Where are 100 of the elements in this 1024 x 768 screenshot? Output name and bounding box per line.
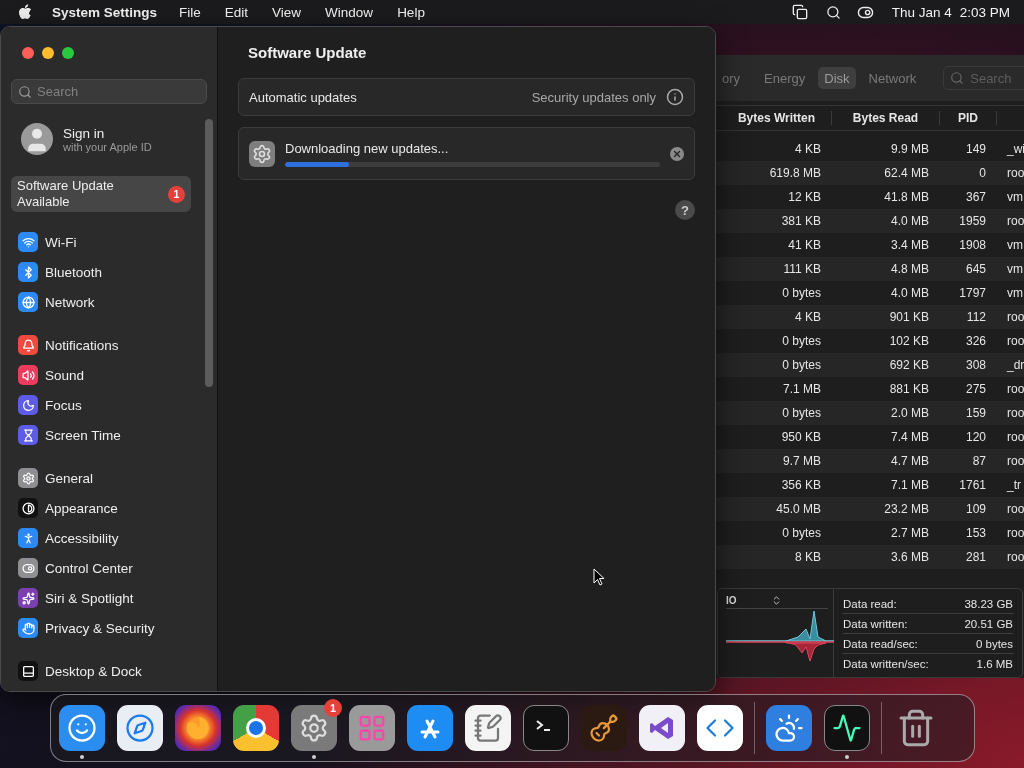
table-cell-text: 950 KB: [780, 430, 822, 444]
stat-value: 38.23 GB: [964, 597, 1013, 610]
scrollbar[interactable]: [205, 119, 213, 387]
sidebar-item[interactable]: Wi-Fi: [45, 234, 77, 250]
notification-badge: 1: [168, 185, 185, 203]
account-subtitle: with your Apple ID: [63, 140, 152, 153]
table-cell-text: 4.7 MB: [890, 454, 930, 468]
code-icon[interactable]: [697, 705, 743, 751]
stat-value: 20.51 GB: [964, 617, 1013, 630]
app-menu[interactable]: System Settings: [52, 4, 158, 20]
terminal-icon[interactable]: [523, 705, 569, 751]
table-cell-text: 159: [964, 406, 987, 420]
guitar-icon[interactable]: [581, 705, 627, 751]
table-cell-text: 4 KB: [794, 310, 822, 324]
ribbon-icon[interactable]: [639, 705, 685, 751]
table-cell-text: roo: [1006, 382, 1024, 396]
table-cell-text: vm: [1006, 238, 1024, 252]
menu-item[interactable]: Help: [397, 4, 425, 20]
sidebar-item[interactable]: Siri & Spotlight: [45, 590, 134, 606]
notepad-icon[interactable]: [465, 705, 511, 751]
table-cell-text: 120: [964, 430, 987, 444]
table-cell-text: 281: [964, 550, 987, 564]
smile-icon[interactable]: [59, 705, 105, 751]
weather-icon[interactable]: [766, 705, 812, 751]
table-cell-text: roo: [1006, 310, 1024, 324]
table-cell-text: roo: [1006, 550, 1024, 564]
table-cell-text: 87: [971, 454, 987, 468]
sidebar-item[interactable]: Focus: [45, 397, 82, 413]
column-header[interactable]: PID: [940, 111, 997, 125]
zoom-button[interactable]: [62, 47, 74, 59]
sidebar-item[interactable]: Network: [45, 294, 95, 310]
table-cell-text: roo: [1006, 454, 1024, 468]
menu-item[interactable]: File: [179, 4, 201, 20]
table-cell-text: 326: [964, 334, 987, 348]
browser-wheel-icon[interactable]: [233, 705, 279, 751]
menu-item[interactable]: View: [272, 4, 302, 20]
table-cell-text: 7.4 MB: [890, 430, 930, 444]
table-cell-text: 4.8 MB: [890, 262, 930, 276]
sidebar-item[interactable]: General: [45, 470, 94, 486]
table-cell-text: 308: [964, 358, 987, 372]
setting-value: Security updates only: [531, 89, 656, 105]
avatar-icon[interactable]: [21, 123, 53, 155]
table-cell-text: 9.9 MB: [890, 142, 930, 156]
account-title[interactable]: Sign in: [63, 125, 152, 141]
menu-item[interactable]: Window: [325, 4, 374, 20]
grid-icon[interactable]: [349, 705, 395, 751]
menu-bar-clock[interactable]: 2:03 PM: [959, 4, 1010, 20]
table-cell-text: roo: [1006, 502, 1024, 516]
table-cell-text: 7.1 MB: [890, 478, 930, 492]
sidebar-item[interactable]: Sound: [45, 367, 85, 383]
help-button[interactable]: ?: [675, 200, 695, 220]
minimize-button[interactable]: [42, 47, 54, 59]
sidebar-item[interactable]: Software Update Available 1: [11, 176, 191, 212]
store-icon[interactable]: [407, 705, 453, 751]
column-header[interactable]: Bytes Read: [832, 111, 940, 125]
table-cell-text: 0 bytes: [781, 286, 822, 300]
search-icon: [18, 85, 32, 99]
table-cell-text: 0 bytes: [781, 334, 822, 348]
table-cell-text: roo: [1006, 166, 1024, 180]
screen-mirroring-icon[interactable]: [791, 4, 808, 20]
table-cell-text: 23.2 MB: [883, 502, 930, 516]
sidebar-item[interactable]: Notifications: [45, 337, 119, 353]
tab[interactable]: Disk: [818, 67, 856, 89]
sidebar-item[interactable]: Privacy & Security: [45, 620, 155, 636]
table-cell-text: 1761: [958, 478, 987, 492]
graph-selector-label[interactable]: IO: [726, 595, 737, 606]
menu-item[interactable]: Edit: [224, 4, 249, 20]
sidebar-item[interactable]: Control Center: [45, 560, 133, 576]
stat-value: 0 bytes: [975, 637, 1013, 650]
globe-icon[interactable]: [175, 705, 221, 751]
table-cell-text: 1908: [958, 238, 987, 252]
search-field[interactable]: Search: [11, 79, 207, 104]
sidebar-item[interactable]: Desktop & Dock: [45, 663, 142, 679]
sidebar-item[interactable]: Screen Time: [45, 427, 121, 443]
column-header[interactable]: Bytes Written: [722, 111, 832, 125]
menu-bar-date[interactable]: Thu Jan 4: [891, 4, 952, 20]
info-icon[interactable]: [666, 88, 684, 106]
sidebar-item[interactable]: Bluetooth: [45, 264, 103, 280]
table-cell-text: 153: [964, 526, 987, 540]
apple-logo-icon[interactable]: [18, 4, 32, 20]
stat-value: 1.6 MB: [976, 658, 1013, 670]
sidebar-item[interactable]: Appearance: [45, 500, 118, 516]
close-button[interactable]: [22, 47, 34, 59]
gear-icon[interactable]: [291, 705, 337, 751]
sidebar-item[interactable]: Accessibility: [45, 530, 119, 546]
table-cell-text: 692 KB: [888, 358, 930, 372]
compass-icon[interactable]: [117, 705, 163, 751]
table-cell-text: 619.8 MB: [768, 166, 822, 180]
table-cell-text: 45.0 MB: [775, 502, 822, 516]
table-cell-text: _dr: [1006, 358, 1024, 372]
table-cell-text: roo: [1006, 214, 1024, 228]
table-cell-text: 4.0 MB: [890, 214, 930, 228]
search-icon[interactable]: [825, 4, 841, 20]
close-icon[interactable]: [670, 146, 684, 161]
table-cell-text: 2.0 MB: [890, 406, 930, 420]
monitor-graph-icon[interactable]: [824, 705, 870, 751]
graph-selector[interactable]: IO: [726, 595, 828, 609]
table-cell-text: roo: [1006, 526, 1024, 540]
table-cell-text: _wi: [1006, 142, 1024, 156]
table-cell-text: 1959: [958, 214, 987, 228]
